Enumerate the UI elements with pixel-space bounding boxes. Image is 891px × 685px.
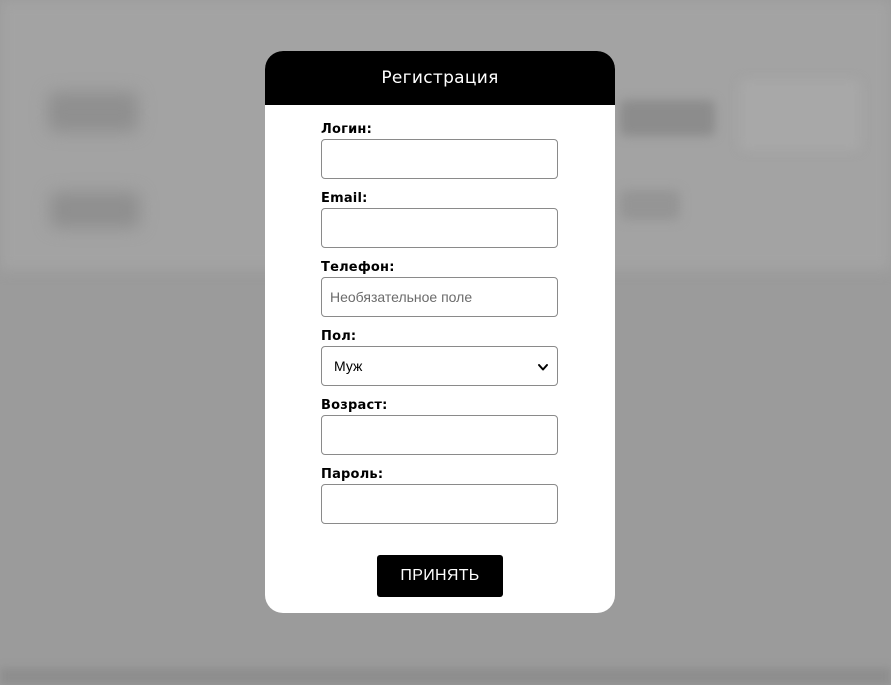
- password-input[interactable]: [321, 484, 558, 524]
- gender-label: Пол:: [321, 329, 357, 344]
- modal-title: Регистрация: [381, 68, 499, 88]
- age-input[interactable]: [321, 415, 558, 455]
- email-label: Email:: [321, 191, 368, 206]
- background-footer: [0, 668, 891, 685]
- age-label: Возраст:: [321, 398, 388, 413]
- email-field-group: Email:: [321, 190, 558, 259]
- password-field-group: Пароль:: [321, 466, 558, 535]
- registration-form: Логин: Email: Телефон: Пол: Муж Возр: [321, 121, 558, 535]
- background-logo: [48, 92, 138, 132]
- login-label: Логин:: [321, 122, 373, 137]
- phone-field-group: Телефон:: [321, 259, 558, 328]
- password-label: Пароль:: [321, 467, 384, 482]
- gender-field-group: Пол: Муж: [321, 328, 558, 397]
- age-field-group: Возраст:: [321, 397, 558, 466]
- chevron-down-icon: [537, 360, 549, 372]
- background-item-2: [620, 190, 680, 220]
- phone-input[interactable]: [321, 277, 558, 317]
- phone-label: Телефон:: [321, 260, 395, 275]
- registration-modal: Регистрация Логин: Email: Телефон: Пол: …: [265, 51, 615, 613]
- background-item: [50, 192, 140, 228]
- background-button: [620, 100, 715, 136]
- modal-header: Регистрация: [265, 51, 615, 105]
- gender-selected-value: Муж: [334, 358, 363, 374]
- email-input[interactable]: [321, 208, 558, 248]
- gender-select[interactable]: Муж: [321, 346, 558, 386]
- login-field-group: Логин:: [321, 121, 558, 190]
- login-input[interactable]: [321, 139, 558, 179]
- submit-button[interactable]: ПРИНЯТЬ: [377, 555, 503, 597]
- background-card: [740, 80, 860, 150]
